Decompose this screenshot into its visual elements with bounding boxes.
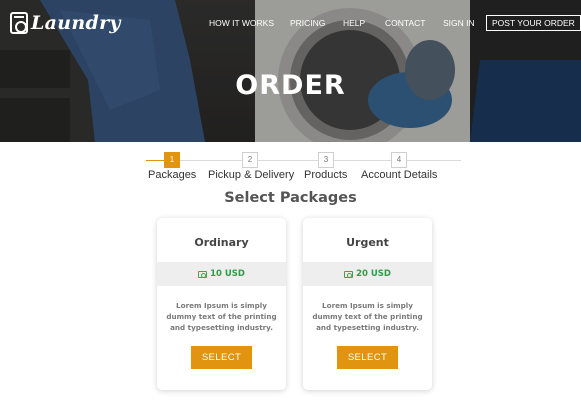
step-number: 4 (391, 152, 407, 168)
step-label: Account Details (361, 169, 438, 181)
order-stepper: 1 Packages 2 Pickup & Delivery 3 Product… (146, 152, 461, 182)
page-title: ORDER (235, 70, 346, 101)
stepper-rail (146, 160, 461, 161)
package-card-urgent: Urgent 20 USD Lorem Ipsum is simply dumm… (303, 218, 432, 390)
nav-item-help[interactable]: HELP (343, 18, 365, 28)
select-urgent-button[interactable]: SELECT (337, 346, 398, 369)
nav-item-sign-in[interactable]: SIGN IN (443, 18, 475, 28)
package-price: 20 USD (303, 262, 432, 286)
step-label: Pickup & Delivery (208, 169, 295, 181)
section-title: Select Packages (224, 190, 357, 206)
nav-item-contact[interactable]: CONTACT (385, 18, 425, 28)
package-price: 10 USD (157, 262, 286, 286)
step-label: Products (304, 169, 348, 181)
post-order-button[interactable]: POST YOUR ORDER (486, 15, 581, 31)
money-icon (198, 270, 208, 278)
package-description: Lorem Ipsum is simply dummy text of the … (166, 301, 277, 332)
step-number: 1 (164, 152, 180, 168)
hero-banner: Laundry HOW IT WORKS PRICING HELP CONTAC… (0, 0, 581, 142)
package-description: Lorem Ipsum is simply dummy text of the … (312, 301, 423, 332)
select-ordinary-button[interactable]: SELECT (191, 346, 252, 369)
step-number: 2 (242, 152, 258, 168)
package-price-value: 20 USD (356, 269, 391, 279)
package-name: Ordinary (194, 236, 249, 249)
step-label: Packages (148, 169, 197, 181)
nav-item-how-it-works[interactable]: HOW IT WORKS (209, 18, 274, 28)
nav-item-pricing[interactable]: PRICING (290, 18, 325, 28)
package-name: Urgent (346, 236, 389, 249)
top-navigation: HOW IT WORKS PRICING HELP CONTACT SIGN I… (0, 15, 581, 33)
step-number: 3 (318, 152, 334, 168)
package-card-ordinary: Ordinary 10 USD Lorem Ipsum is simply du… (157, 218, 286, 390)
money-icon (344, 270, 354, 278)
package-price-value: 10 USD (210, 269, 245, 279)
